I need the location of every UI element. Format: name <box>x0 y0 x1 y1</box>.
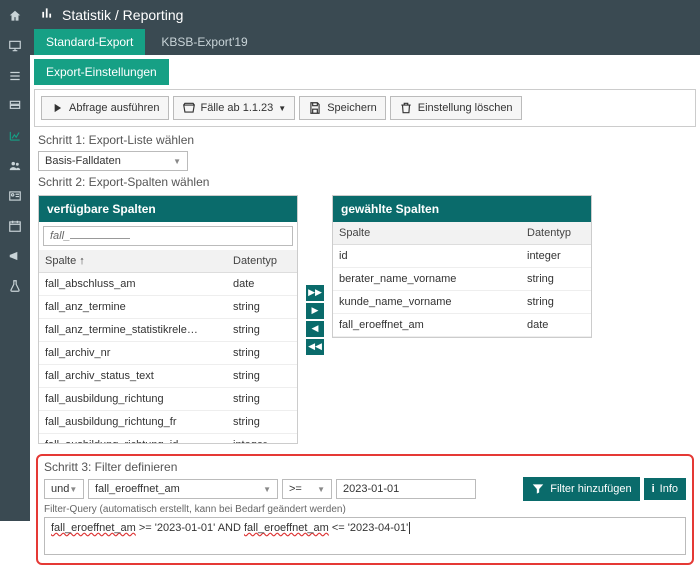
calendar-icon[interactable] <box>7 218 23 234</box>
delete-setting-button[interactable]: Einstellung löschen <box>390 96 522 120</box>
top-tabs: Standard-Export KBSB-Export'19 <box>30 29 700 55</box>
filter-field-select[interactable]: fall_eroeffnet_am▼ <box>88 479 278 499</box>
tab-standard-export[interactable]: Standard-Export <box>34 29 145 55</box>
monitor-icon[interactable] <box>7 38 23 54</box>
filter-note: Filter-Query (automatisch erstellt, kann… <box>44 504 686 515</box>
home-icon[interactable] <box>7 8 23 24</box>
table-row[interactable]: fall_ausbildung_richtung_frstring <box>39 411 297 434</box>
chart-bar-icon <box>40 6 54 23</box>
table-row[interactable]: fall_ausbildung_richtungstring <box>39 388 297 411</box>
filter-conj-select[interactable]: und▼ <box>44 479 84 499</box>
list-icon[interactable] <box>7 68 23 84</box>
table-row[interactable]: fall_anz_termine_statistikrele…string <box>39 319 297 342</box>
table-row[interactable]: fall_archiv_status_textstring <box>39 365 297 388</box>
move-all-right-button[interactable]: ▶▶ <box>306 285 324 301</box>
table-row[interactable]: kunde_name_vornamestring <box>333 291 591 314</box>
table-row[interactable]: fall_ausbildung_richtung_idinteger <box>39 434 297 443</box>
filter-box: Schritt 3: Filter definieren und▼ fall_e… <box>36 454 694 565</box>
stack-icon[interactable] <box>7 98 23 114</box>
sidebar <box>0 0 30 521</box>
info-button[interactable]: iInfo <box>644 478 686 500</box>
save-button[interactable]: Speichern <box>299 96 386 120</box>
selected-header: gewählte Spalten <box>333 196 591 222</box>
page-header: Statistik / Reporting <box>30 0 700 29</box>
available-list[interactable]: fall_abschluss_amdatefall_anz_terminestr… <box>39 273 297 443</box>
chart-icon[interactable] <box>7 128 23 144</box>
column-filter-input[interactable]: fall_ <box>43 226 293 246</box>
filter-value-input[interactable]: 2023-01-01 <box>336 479 476 499</box>
users-icon[interactable] <box>7 158 23 174</box>
table-row[interactable]: fall_anz_terminestring <box>39 296 297 319</box>
page-title: Statistik / Reporting <box>62 7 183 23</box>
table-row[interactable]: fall_archiv_nrstring <box>39 342 297 365</box>
card-icon[interactable] <box>7 188 23 204</box>
run-query-button[interactable]: Abfrage ausführen <box>41 96 169 120</box>
filter-op-select[interactable]: >=▼ <box>282 479 332 499</box>
megaphone-icon[interactable] <box>7 248 23 264</box>
table-row[interactable]: fall_abschluss_amdate <box>39 273 297 296</box>
selected-list[interactable]: idintegerberater_name_vornamestringkunde… <box>333 245 591 337</box>
flask-icon[interactable] <box>7 278 23 294</box>
add-filter-button[interactable]: Filter hinzufügen <box>523 477 639 501</box>
cases-button[interactable]: Fälle ab 1.1.23▼ <box>173 96 296 120</box>
selected-table-header: SpalteDatentyp <box>333 222 591 245</box>
table-row[interactable]: idinteger <box>333 245 591 268</box>
step3-label: Schritt 3: Filter definieren <box>44 460 686 474</box>
subtab-export-settings[interactable]: Export-Einstellungen <box>34 59 169 85</box>
table-row[interactable]: fall_eroeffnet_amdate <box>333 314 591 337</box>
filter-query-input[interactable]: fall_eroeffnet_am >= '2023-01-01' AND fa… <box>44 517 686 555</box>
step1-label: Schritt 1: Export-Liste wählen <box>30 131 700 149</box>
toolbar: Abfrage ausführen Fälle ab 1.1.23▼ Speic… <box>34 89 696 127</box>
move-left-button[interactable]: ◀ <box>306 321 324 337</box>
move-all-left-button[interactable]: ◀◀ <box>306 339 324 355</box>
available-header: verfügbare Spalten <box>39 196 297 222</box>
export-list-select[interactable]: Basis-Falldaten▼ <box>38 151 188 171</box>
move-buttons: ▶▶ ▶ ◀ ◀◀ <box>306 195 324 444</box>
table-row[interactable]: berater_name_vornamestring <box>333 268 591 291</box>
tab-kbsb-export[interactable]: KBSB-Export'19 <box>149 29 259 55</box>
move-right-button[interactable]: ▶ <box>306 303 324 319</box>
step2-label: Schritt 2: Export-Spalten wählen <box>30 173 700 191</box>
available-table-header: Spalte ↑Datentyp <box>39 250 297 273</box>
selected-columns-panel: gewählte Spalten SpalteDatentyp idintege… <box>332 195 592 338</box>
available-columns-panel: verfügbare Spalten fall_ Spalte ↑Datenty… <box>38 195 298 444</box>
